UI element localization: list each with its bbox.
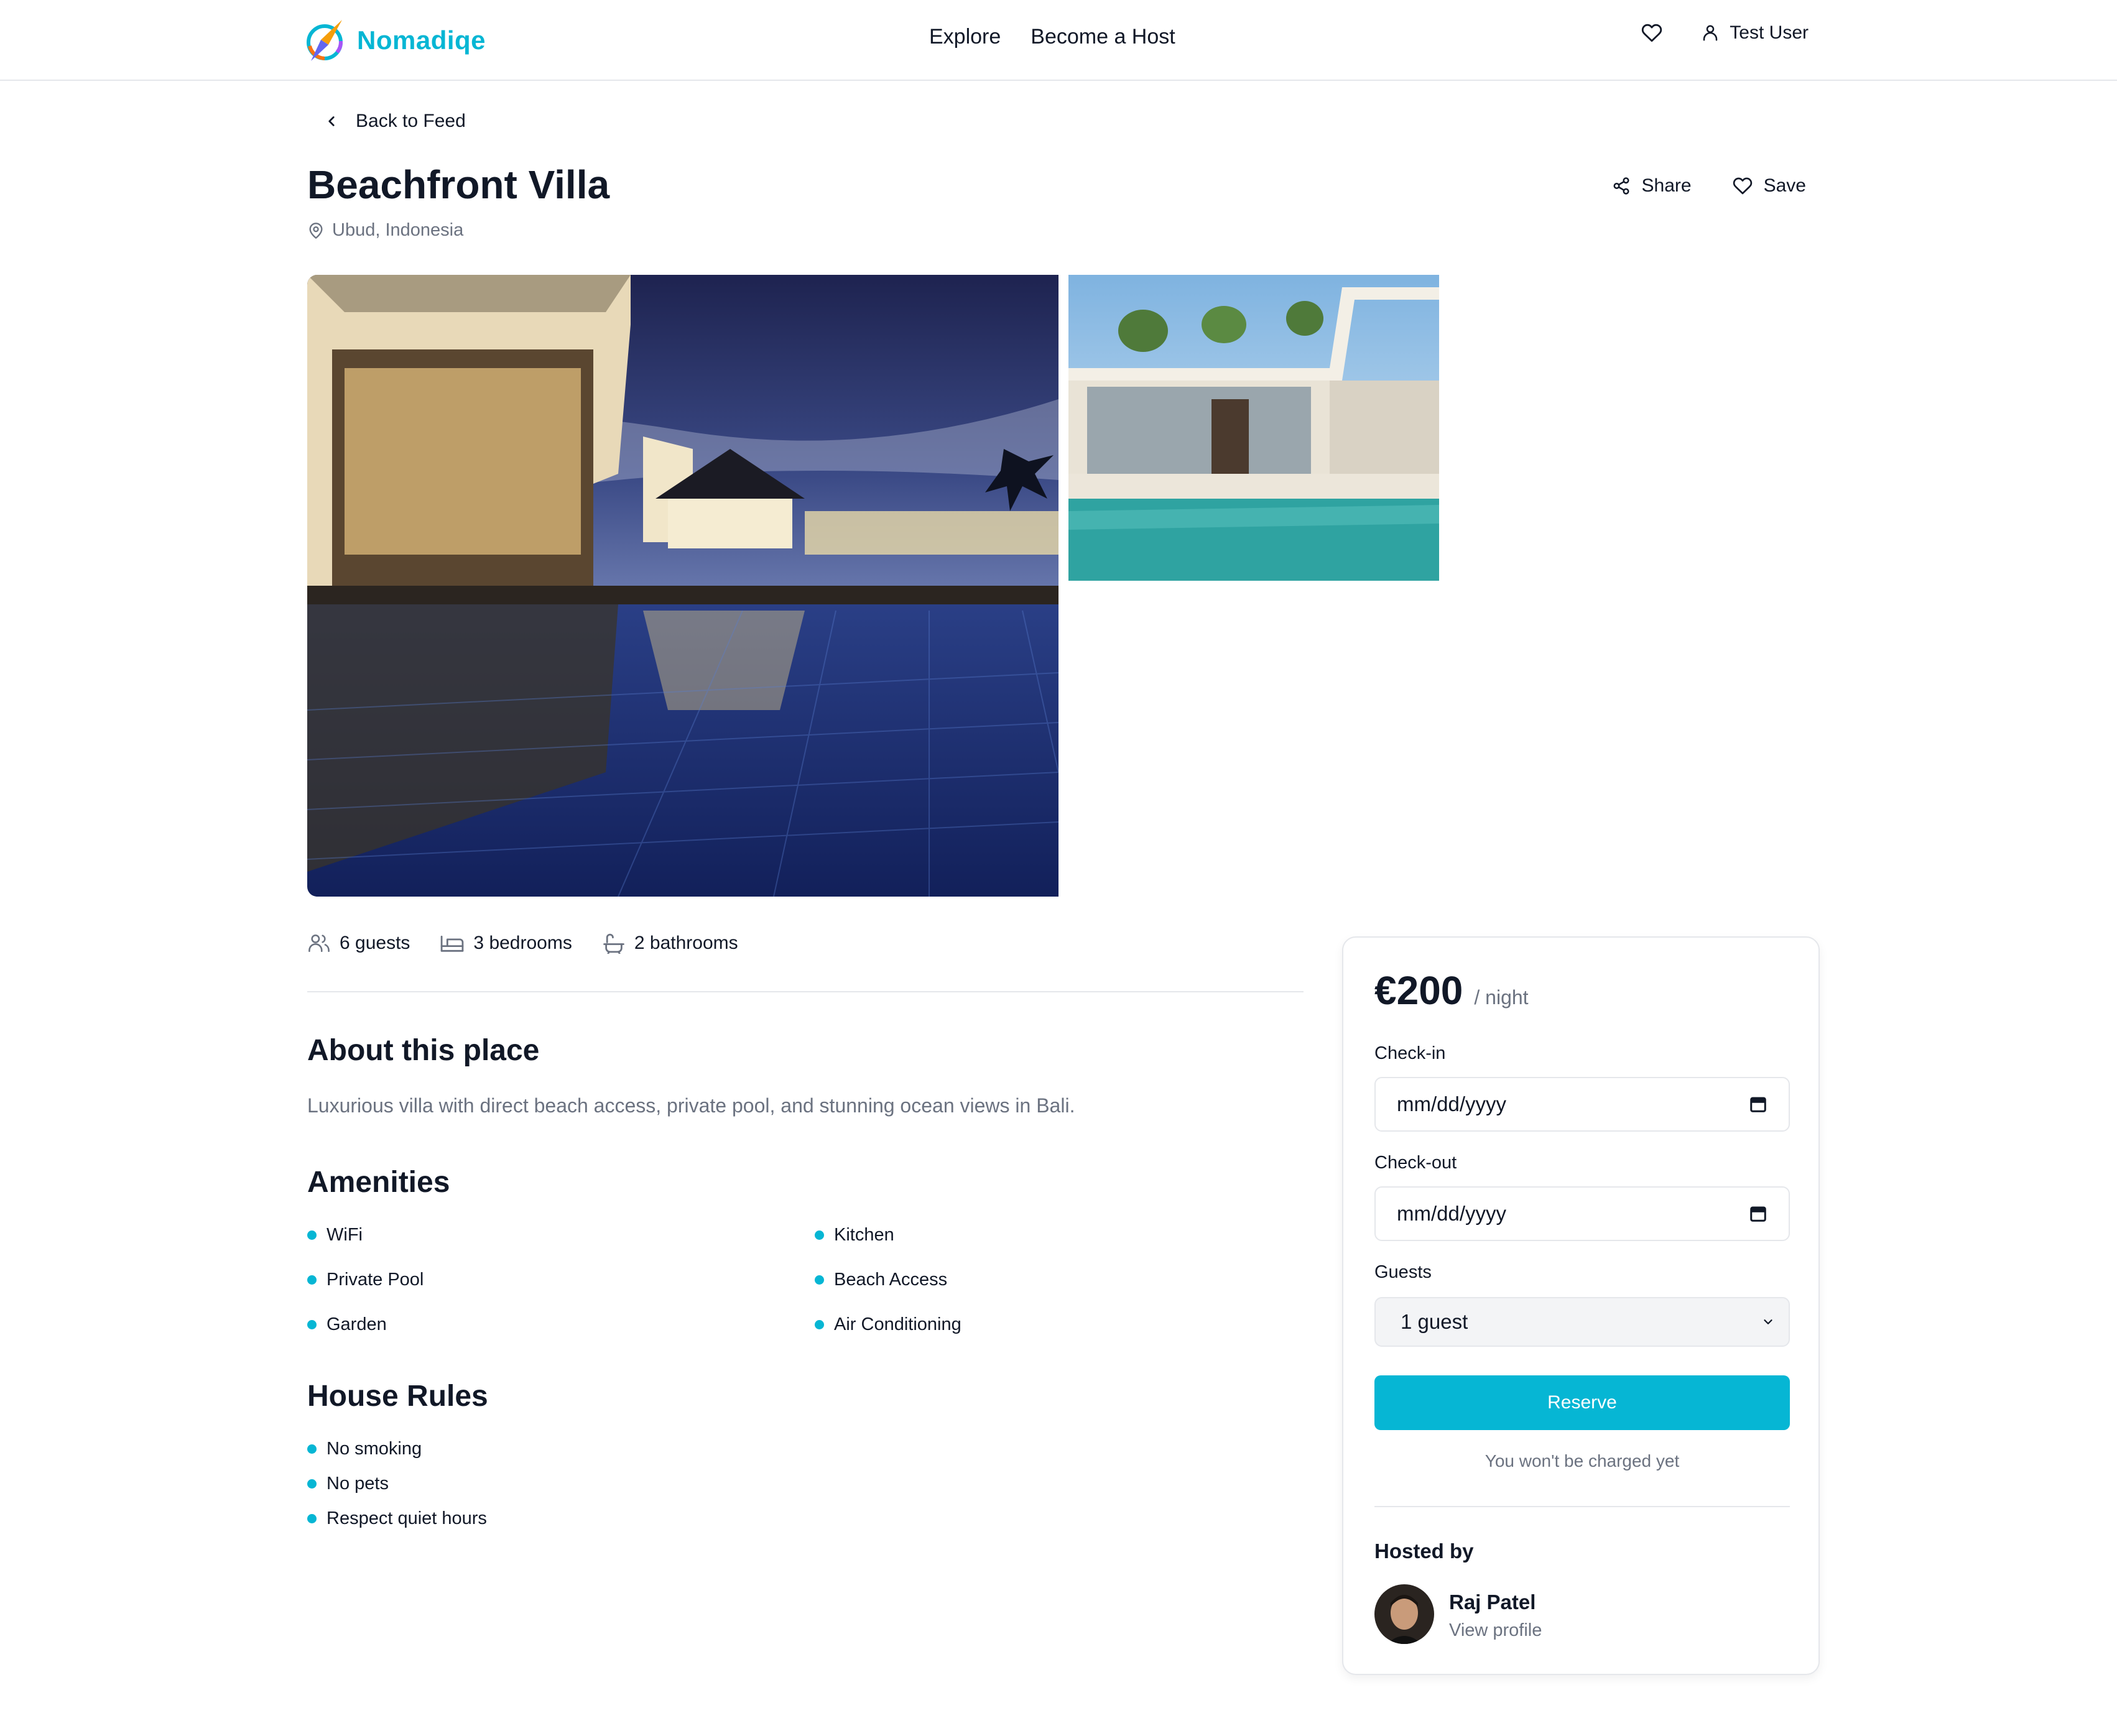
house-rules-heading: House Rules <box>307 1380 488 1413</box>
heart-icon <box>1642 24 1662 42</box>
nav-explore-link[interactable]: Explore <box>929 25 1001 49</box>
bullet-dot <box>815 1230 824 1240</box>
compass-logo-icon <box>307 20 343 61</box>
chevron-left-icon <box>328 116 335 126</box>
amenity-label: Kitchen <box>834 1225 894 1245</box>
brand-name: Nomadiqe <box>357 25 486 55</box>
rule-label: No pets <box>327 1474 389 1494</box>
bullet-dot <box>307 1275 317 1285</box>
about-text: Luxurious villa with direct beach access… <box>307 1094 1075 1117</box>
back-to-feed-link[interactable]: Back to Feed <box>323 111 466 132</box>
amenity-item: Kitchen <box>815 1225 894 1245</box>
user-icon <box>1703 25 1718 41</box>
listing-title: Beachfront Villa <box>307 162 610 207</box>
checkin-label: Check-in <box>1374 1043 1446 1063</box>
card-divider <box>1374 1506 1790 1507</box>
bullet-dot <box>307 1320 317 1329</box>
guests-text: 6 guests <box>340 933 410 953</box>
no-charge-note: You won't be charged yet <box>1485 1451 1680 1471</box>
main-photo[interactable] <box>307 275 1058 897</box>
bullet-dot <box>815 1275 824 1285</box>
nav-become-host-link[interactable]: Become a Host <box>1031 25 1175 49</box>
secondary-photo[interactable] <box>1068 275 1439 581</box>
guests-select[interactable]: 1 guest <box>1374 1297 1790 1347</box>
bullet-dot <box>307 1444 317 1454</box>
chevron-down-icon <box>1764 1319 1772 1324</box>
user-name: Test User <box>1730 22 1809 43</box>
bathrooms-stat: 2 bathrooms <box>602 933 738 954</box>
bedrooms-text: 3 bedrooms <box>473 933 572 953</box>
section-divider <box>307 991 1304 992</box>
heart-icon <box>1733 177 1752 195</box>
top-header: Nomadiqe Explore Become a Host Test User <box>0 0 2117 81</box>
bed-icon <box>441 935 464 952</box>
amenity-label: Private Pool <box>327 1270 424 1290</box>
amenity-label: Garden <box>327 1314 387 1334</box>
rule-label: Respect quiet hours <box>327 1508 487 1528</box>
bullet-dot <box>307 1514 317 1523</box>
rule-label: No smoking <box>327 1439 422 1459</box>
checkin-value: mm/dd/yyyy <box>1397 1092 1507 1115</box>
price-block: €200 / night <box>1374 967 1529 1013</box>
nightly-price: €200 <box>1374 968 1463 1013</box>
calendar-icon <box>1750 1097 1766 1112</box>
bullet-dot <box>307 1479 317 1489</box>
checkout-label: Check-out <box>1374 1153 1457 1173</box>
calendar-icon <box>1750 1206 1766 1222</box>
share-label: Share <box>1641 175 1692 196</box>
rule-item: Respect quiet hours <box>307 1508 487 1529</box>
header-actions: Test User <box>1641 22 1809 44</box>
host-name[interactable]: Raj Patel <box>1449 1591 1536 1614</box>
guests-label: Guests <box>1374 1262 1432 1282</box>
bullet-dot <box>307 1230 317 1240</box>
location-text: Ubud, Indonesia <box>332 220 464 240</box>
amenity-item: WiFi <box>307 1225 363 1245</box>
amenity-item: Beach Access <box>815 1270 947 1290</box>
bullet-dot <box>815 1320 824 1329</box>
amenities-heading: Amenities <box>307 1166 450 1199</box>
host-avatar[interactable] <box>1374 1584 1434 1644</box>
user-menu-button[interactable]: Test User <box>1701 22 1809 44</box>
share-button[interactable]: Share <box>1612 175 1692 196</box>
map-pin-icon <box>309 222 323 239</box>
hosted-by-heading: Hosted by <box>1374 1540 1474 1563</box>
save-label: Save <box>1763 175 1806 196</box>
amenity-label: WiFi <box>327 1225 363 1245</box>
amenity-label: Beach Access <box>834 1270 948 1290</box>
bedrooms-stat: 3 bedrooms <box>440 933 572 954</box>
view-profile-link[interactable]: View profile <box>1449 1620 1542 1641</box>
amenity-item: Private Pool <box>307 1270 424 1290</box>
amenity-item: Air Conditioning <box>815 1314 961 1335</box>
rule-item: No smoking <box>307 1439 422 1459</box>
about-heading: About this place <box>307 1034 540 1067</box>
price-unit: / night <box>1474 986 1529 1009</box>
amenity-item: Garden <box>307 1314 387 1335</box>
checkin-date-input[interactable]: mm/dd/yyyy <box>1374 1077 1790 1132</box>
amenity-label: Air Conditioning <box>834 1314 961 1334</box>
bath-icon <box>603 933 624 954</box>
rule-item: No pets <box>307 1474 389 1494</box>
guests-stat: 6 guests <box>307 933 410 954</box>
checkout-value: mm/dd/yyyy <box>1397 1202 1507 1225</box>
reserve-button[interactable]: Reserve <box>1374 1375 1790 1430</box>
brand-logo[interactable]: Nomadiqe <box>306 17 486 63</box>
bathrooms-text: 2 bathrooms <box>634 933 738 953</box>
host-photo <box>1374 1584 1434 1644</box>
back-label: Back to Feed <box>356 111 466 131</box>
save-button[interactable]: Save <box>1733 175 1806 196</box>
listing-location: Ubud, Indonesia <box>307 220 463 241</box>
listing-stats: 6 guests 3 bedrooms 2 bathrooms <box>307 933 738 954</box>
modern-house-pool-image <box>1068 275 1439 581</box>
listing-actions: Share Save <box>1612 175 1806 196</box>
booking-card: €200 / night Check-in mm/dd/yyyy Check-o… <box>1342 936 1820 1675</box>
users-icon <box>308 934 330 953</box>
guests-value: 1 guest <box>1401 1310 1468 1333</box>
main-nav: Explore Become a Host <box>929 25 1175 49</box>
checkout-date-input[interactable]: mm/dd/yyyy <box>1374 1186 1790 1241</box>
wishlist-button[interactable] <box>1641 22 1662 44</box>
villa-night-pool-image <box>307 275 1058 897</box>
share-icon <box>1613 177 1629 195</box>
